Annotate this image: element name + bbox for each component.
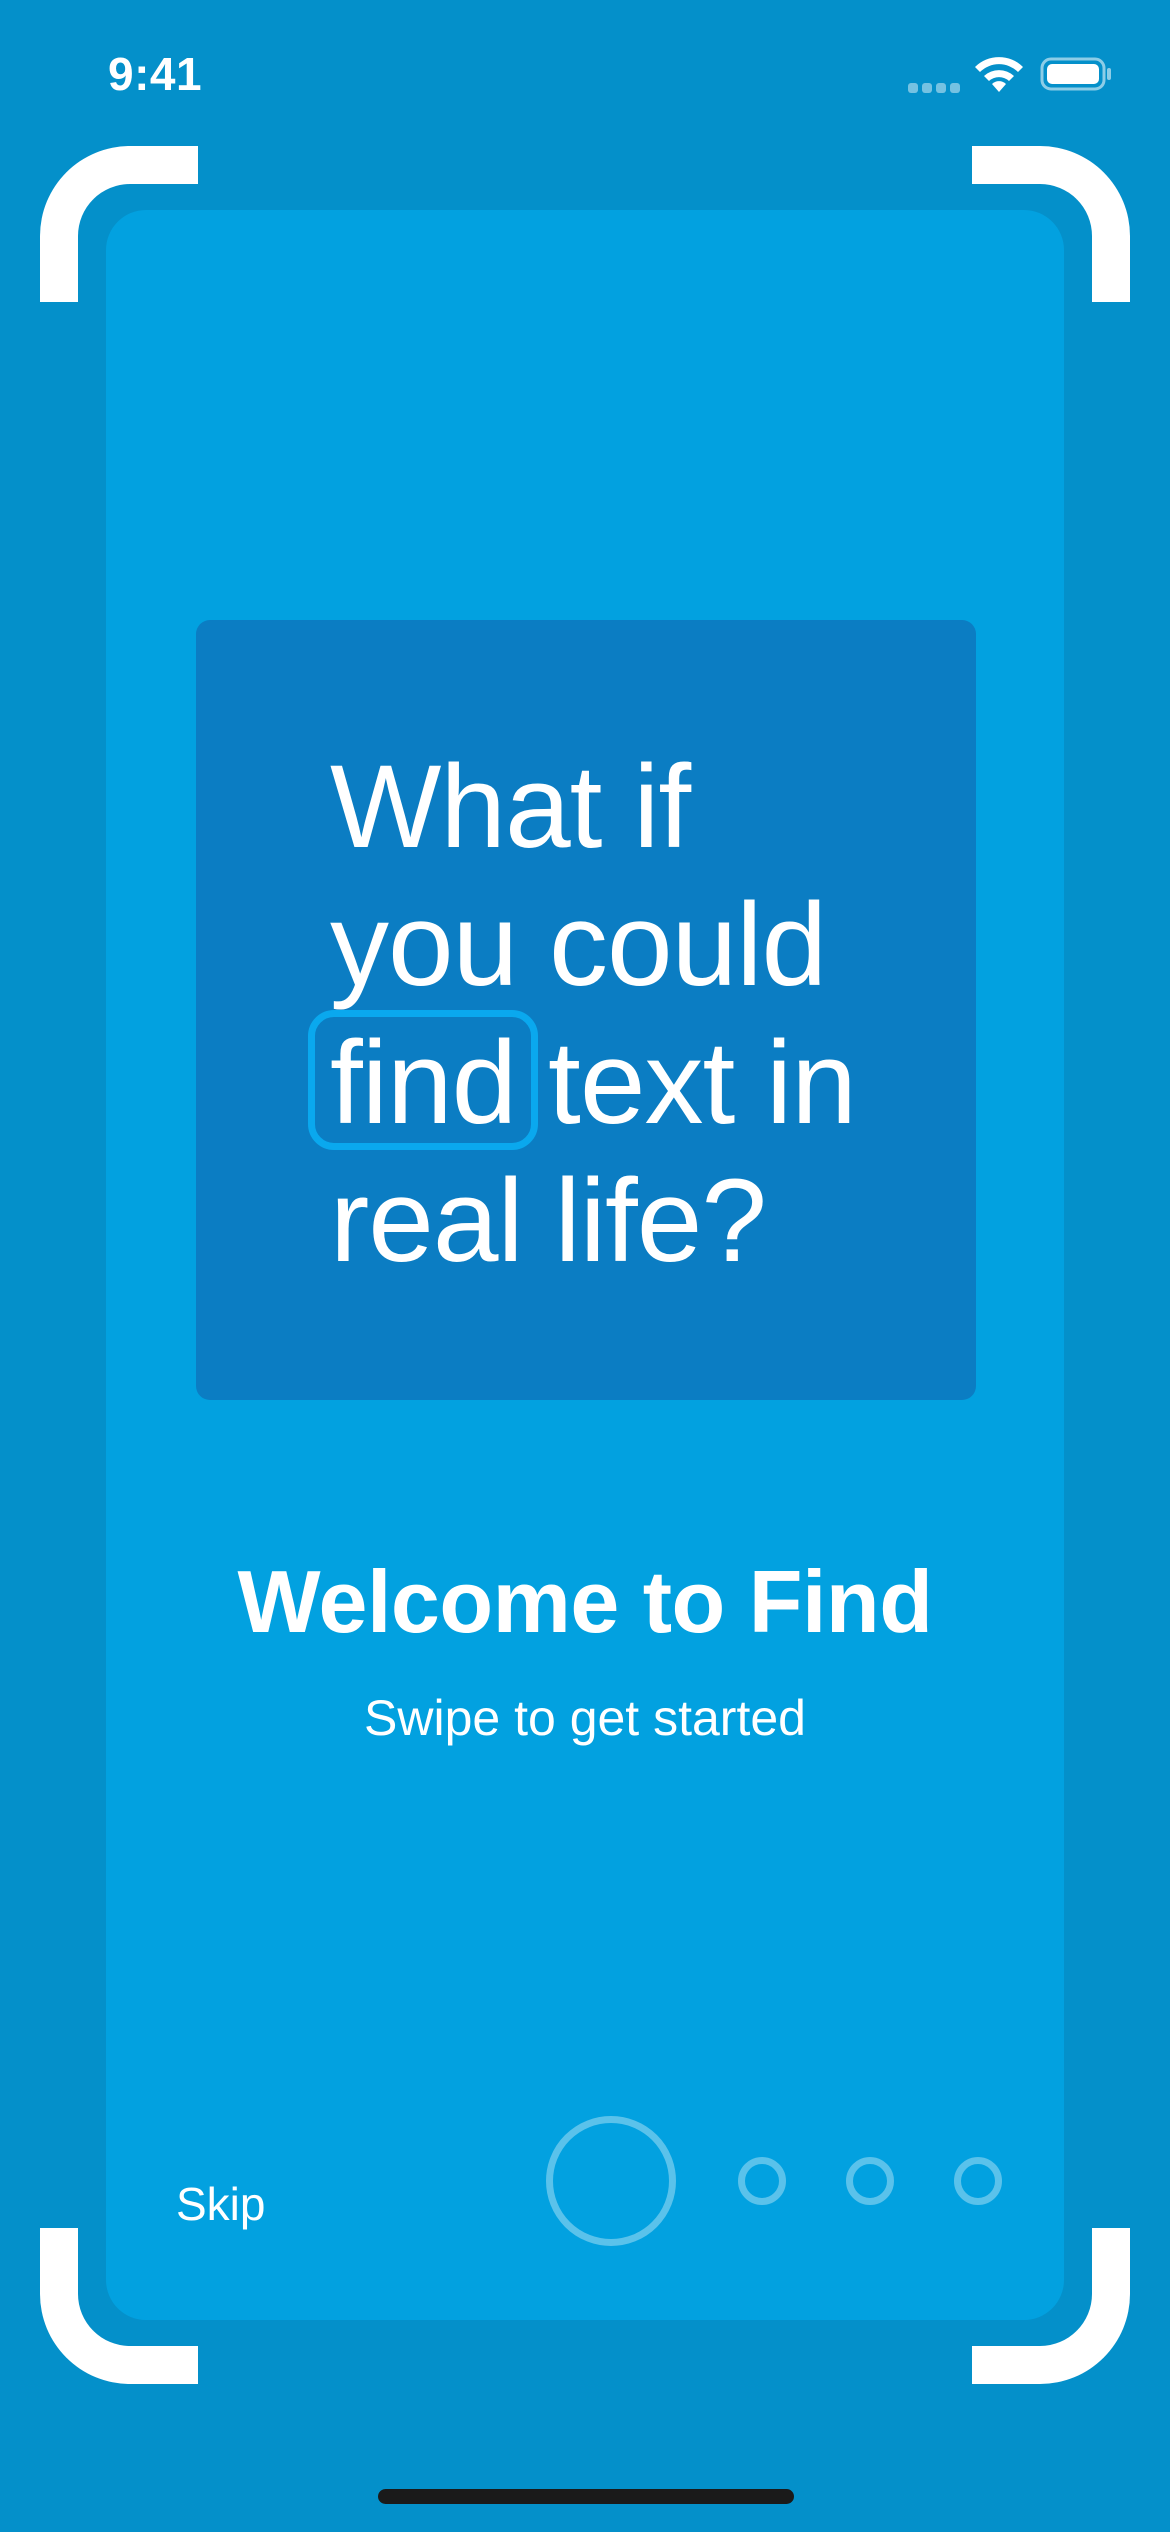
- headline-text: What if you could find text in real life…: [330, 738, 857, 1290]
- headline-line-3-rest: text in: [516, 1017, 857, 1149]
- welcome-subtitle: Swipe to get started: [364, 1690, 806, 1746]
- viewfinder-corner-top-right: [972, 146, 1130, 302]
- page-indicator-2[interactable]: [738, 2157, 786, 2205]
- cellular-signal-icon: [908, 79, 960, 93]
- viewfinder-corner-bottom-right: [972, 2228, 1130, 2384]
- page-indicator-4[interactable]: [954, 2157, 1002, 2205]
- page-indicator-current[interactable]: [546, 2116, 676, 2246]
- status-bar-time: 9:41: [108, 48, 203, 100]
- skip-button[interactable]: Skip: [176, 2176, 265, 2232]
- viewfinder-corner-bottom-left: [40, 2228, 198, 2384]
- home-indicator[interactable]: [378, 2489, 794, 2504]
- onboarding-screen: 9:41 What if you could find text in real…: [0, 0, 1170, 2532]
- headline-line-4: real life?: [330, 1155, 767, 1287]
- headline-line-1: What if: [330, 741, 691, 873]
- page-indicator-3[interactable]: [846, 2157, 894, 2205]
- battery-icon: [1040, 57, 1111, 91]
- headline-highlight-word: find: [330, 1017, 517, 1149]
- welcome-title: Welcome to Find: [237, 1552, 933, 1651]
- wifi-icon: [975, 57, 1023, 92]
- headline-line-3: find text in: [330, 1014, 857, 1152]
- viewfinder-corner-top-left: [40, 146, 198, 302]
- headline-line-2: you could: [330, 879, 827, 1011]
